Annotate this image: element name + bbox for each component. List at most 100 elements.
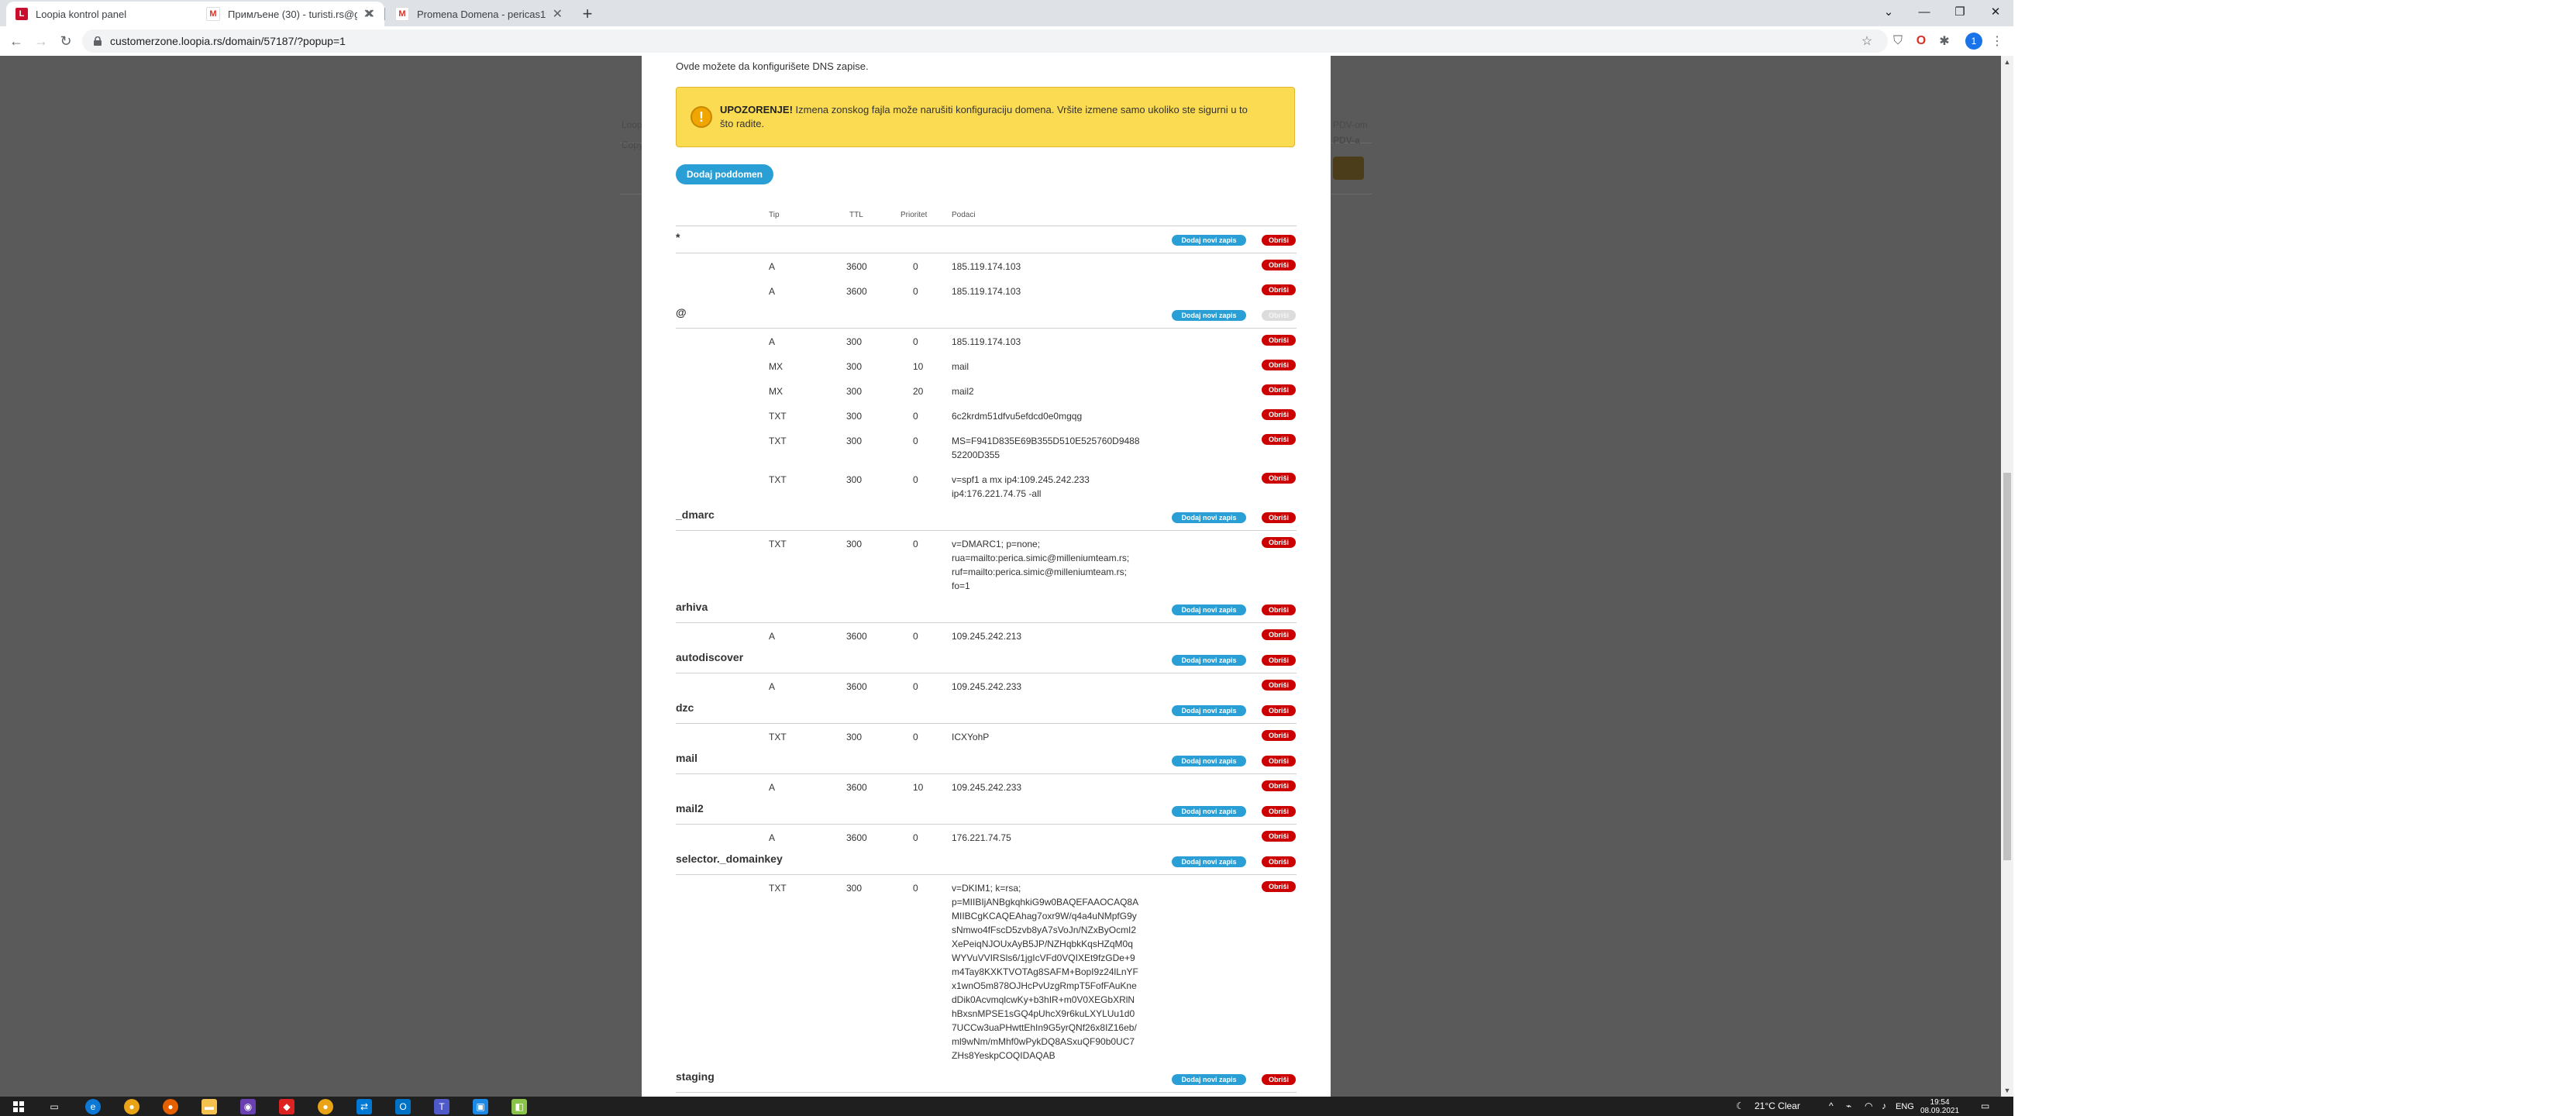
- delete-subdomain-button[interactable]: Obriši: [1262, 310, 1296, 321]
- bookmark-star-icon[interactable]: ☆: [1858, 33, 1875, 50]
- delete-subdomain-button[interactable]: Obriši: [1262, 512, 1296, 523]
- delete-record-button[interactable]: Obriši: [1262, 537, 1296, 548]
- warning-text: UPOZORENJE! Izmena zonskog fajla može na…: [720, 103, 1262, 131]
- language-indicator[interactable]: ENG: [1896, 1102, 1914, 1111]
- add-record-button[interactable]: Dodaj novi zapis: [1172, 655, 1246, 666]
- chrome-icon[interactable]: ●: [124, 1099, 139, 1114]
- app-icon[interactable]: ▣: [473, 1099, 488, 1114]
- delete-record-button[interactable]: Obriši: [1262, 360, 1296, 370]
- profile-avatar[interactable]: 1: [1965, 33, 1982, 50]
- delete-record-button[interactable]: Obriši: [1262, 780, 1296, 791]
- tray-chevron-icon[interactable]: ^: [1829, 1100, 1834, 1111]
- clock-time: 19:54: [1930, 1098, 1950, 1107]
- volume-icon[interactable]: ♪: [1882, 1100, 1886, 1111]
- delete-record-button[interactable]: Obriši: [1262, 831, 1296, 842]
- gmail-icon: M: [395, 7, 409, 21]
- app-icon[interactable]: ◉: [240, 1099, 256, 1114]
- delete-subdomain-button[interactable]: Obriši: [1262, 235, 1296, 246]
- teams-icon[interactable]: T: [434, 1099, 449, 1114]
- dns-record-row: A 3600 0 185.119.174.103 Obriši: [676, 253, 1297, 278]
- new-tab-button[interactable]: +: [577, 3, 598, 25]
- task-view-icon[interactable]: ▭: [46, 1099, 62, 1114]
- record-type: TXT: [769, 436, 787, 446]
- delete-record-button[interactable]: Obriši: [1262, 473, 1296, 484]
- address-bar[interactable]: customerzone.loopia.rs/domain/57187/?pop…: [82, 29, 1888, 53]
- record-data: MS=F941D835E69B355D510E525760D9488 52200…: [952, 436, 1140, 460]
- add-record-button[interactable]: Dodaj novi zapis: [1172, 806, 1246, 817]
- notifications-icon[interactable]: ▭: [1981, 1100, 1989, 1111]
- subdomain-row: dzc Dodaj novi zapis Obriši: [676, 698, 1297, 724]
- add-record-button[interactable]: Dodaj novi zapis: [1172, 512, 1246, 523]
- delete-subdomain-button[interactable]: Obriši: [1262, 604, 1296, 615]
- delete-record-button[interactable]: Obriši: [1262, 629, 1296, 640]
- delete-record-button[interactable]: Obriši: [1262, 434, 1296, 445]
- tab-search-icon[interactable]: ⌄: [1871, 0, 1906, 23]
- chrome-active-icon[interactable]: ●: [318, 1099, 333, 1114]
- forward-icon[interactable]: →: [31, 31, 51, 51]
- record-ttl: 300: [846, 436, 863, 446]
- weather-icon[interactable]: ☾: [1736, 1100, 1744, 1111]
- delete-subdomain-button[interactable]: Obriši: [1262, 806, 1296, 817]
- add-record-button[interactable]: Dodaj novi zapis: [1172, 235, 1246, 246]
- back-icon[interactable]: ←: [6, 31, 26, 51]
- delete-record-button[interactable]: Obriši: [1262, 730, 1296, 741]
- dns-record-row: A 3600 0 185.119.174.103 Obriši: [676, 278, 1297, 303]
- close-window-icon[interactable]: ✕: [1978, 0, 2013, 23]
- delete-subdomain-button[interactable]: Obriši: [1262, 705, 1296, 716]
- add-record-button[interactable]: Dodaj novi zapis: [1172, 1074, 1246, 1085]
- app-icon[interactable]: ◧: [511, 1099, 527, 1114]
- record-priority: 0: [913, 832, 918, 843]
- wifi-icon[interactable]: ◠: [1865, 1100, 1872, 1111]
- scroll-up-icon[interactable]: ▲: [2001, 56, 2013, 68]
- delete-subdomain-button[interactable]: Obriši: [1262, 655, 1296, 666]
- weather-text[interactable]: 21°C Clear: [1755, 1100, 1800, 1111]
- reload-icon[interactable]: ↻: [56, 31, 76, 51]
- extensions-puzzle-icon[interactable]: ✱: [1936, 33, 1953, 50]
- edge-icon[interactable]: e: [85, 1099, 101, 1114]
- warning-message: Izmena zonskog fajla može narušiti konfi…: [720, 104, 1248, 129]
- delete-record-button[interactable]: Obriši: [1262, 680, 1296, 691]
- network-icon[interactable]: ⌁: [1846, 1100, 1851, 1111]
- minimize-icon[interactable]: —: [1906, 0, 1942, 23]
- close-tab-icon[interactable]: ✕: [553, 6, 563, 22]
- record-data: 109.245.242.213: [952, 631, 1022, 642]
- add-record-button[interactable]: Dodaj novi zapis: [1172, 856, 1246, 867]
- add-record-button[interactable]: Dodaj novi zapis: [1172, 705, 1246, 716]
- record-ttl: 300: [846, 361, 863, 372]
- delete-record-button[interactable]: Obriši: [1262, 881, 1296, 892]
- delete-record-button[interactable]: Obriši: [1262, 384, 1296, 395]
- scrollbar-thumb[interactable]: [2003, 473, 2011, 860]
- subdomain-row: mail Dodaj novi zapis Obriši: [676, 749, 1297, 774]
- delete-subdomain-button[interactable]: Obriši: [1262, 756, 1296, 766]
- scroll-down-icon[interactable]: ▼: [2001, 1084, 2013, 1097]
- file-explorer-icon[interactable]: ▬: [201, 1099, 217, 1114]
- add-subdomain-button[interactable]: Dodaj poddomen: [676, 164, 773, 184]
- record-ttl: 300: [846, 883, 863, 894]
- delete-record-button[interactable]: Obriši: [1262, 409, 1296, 420]
- close-tab-icon[interactable]: ✕: [363, 6, 374, 22]
- add-record-button[interactable]: Dodaj novi zapis: [1172, 604, 1246, 615]
- extension-shield-icon[interactable]: ⛉: [1889, 33, 1906, 50]
- dns-record-row: A 3600 0 176.221.74.75 Obriši: [676, 825, 1297, 849]
- delete-subdomain-button[interactable]: Obriši: [1262, 1074, 1296, 1085]
- maximize-icon[interactable]: ❐: [1942, 0, 1978, 23]
- firefox-icon[interactable]: ●: [163, 1099, 178, 1114]
- column-data: Podaci: [952, 211, 976, 219]
- opera-extension-icon[interactable]: O: [1913, 33, 1930, 50]
- windows-start-icon[interactable]: [11, 1099, 26, 1114]
- delete-record-button[interactable]: Obriši: [1262, 284, 1296, 295]
- delete-subdomain-button[interactable]: Obriši: [1262, 856, 1296, 867]
- tab-gmail-domain[interactable]: M Promena Domena - pericas1964 ✕: [386, 2, 572, 26]
- add-record-button[interactable]: Dodaj novi zapis: [1172, 756, 1246, 766]
- menu-kebab-icon[interactable]: ⋮: [1989, 33, 2006, 50]
- browser-toolbar: ← → ↻ customerzone.loopia.rs/domain/5718…: [0, 26, 2013, 57]
- tab-gmail-inbox[interactable]: M Примљене (30) - turisti.rs@gmail ✕: [197, 2, 383, 26]
- add-record-button[interactable]: Dodaj novi zapis: [1172, 310, 1246, 321]
- outlook-icon[interactable]: O: [395, 1099, 411, 1114]
- clock[interactable]: 19:54 08.09.2021: [1920, 1098, 1959, 1115]
- delete-record-button[interactable]: Obriši: [1262, 260, 1296, 270]
- teamviewer-icon[interactable]: ⇄: [356, 1099, 372, 1114]
- delete-record-button[interactable]: Obriši: [1262, 335, 1296, 346]
- app-icon[interactable]: ◆: [279, 1099, 294, 1114]
- dns-record-row: A 300 0 185.119.174.103 Obriši: [676, 329, 1297, 353]
